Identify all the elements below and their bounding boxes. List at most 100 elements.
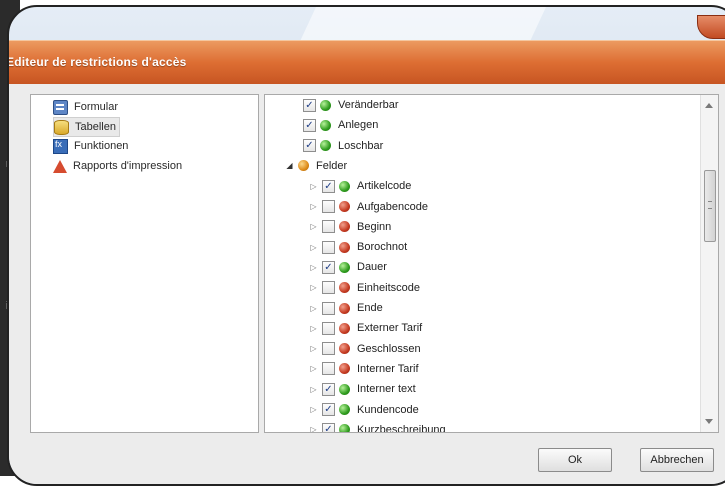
unchecked-checkbox[interactable] — [322, 321, 335, 335]
tree-row[interactable]: ▷ Aufgabencode — [309, 198, 428, 216]
scroll-down-arrow-icon[interactable] — [705, 419, 713, 424]
permissions-tree: ✓ Veränderbar ✓ Anlegen ✓ Loschbar ◢ Felder ▷ ✓ Ar… — [264, 94, 719, 433]
collapse-arrow-icon[interactable]: ◢ — [285, 161, 294, 170]
expand-arrow-icon[interactable]: ▷ — [309, 222, 318, 231]
tree-row[interactable]: ▷ Interner Tarif — [309, 360, 419, 378]
unchecked-checkbox[interactable] — [322, 200, 335, 213]
expand-arrow-icon[interactable]: ▷ — [309, 425, 318, 432]
tree-row-label: Felder — [316, 159, 348, 172]
unchecked-checkbox[interactable] — [322, 342, 335, 356]
checked-checkbox[interactable]: ✓ — [303, 139, 316, 153]
unchecked-checkbox[interactable] — [322, 220, 335, 234]
list-item-tabellen[interactable]: Tabellen — [53, 117, 120, 137]
list-item-label: Funktionen — [74, 140, 129, 152]
expand-arrow-icon[interactable]: ▷ — [309, 344, 318, 353]
tree-row-label: Veränderbar — [338, 99, 399, 111]
tree-row-label: Interner Tarif — [357, 362, 419, 375]
tree-row[interactable]: ▷ Borochnot — [309, 238, 407, 256]
status-green-icon — [339, 404, 350, 415]
tree-row[interactable]: ▷ Beginn — [309, 218, 391, 236]
dialog-header: Editeur de restrictions d'accès — [9, 40, 725, 85]
expand-arrow-icon[interactable]: ▷ — [309, 182, 318, 191]
checked-checkbox[interactable]: ✓ — [303, 98, 316, 112]
tree-row-label: Dauer — [357, 261, 387, 274]
form-icon — [53, 99, 68, 115]
checked-checkbox[interactable]: ✓ — [322, 423, 335, 432]
tree-row[interactable]: ◢ Felder — [285, 157, 347, 175]
expand-arrow-icon[interactable]: ▷ — [309, 263, 318, 272]
status-green-icon — [320, 119, 331, 131]
tree-row-label: Interner text — [357, 383, 416, 396]
function-icon — [53, 138, 68, 154]
tree-row-label: Kurzbeschreibung — [357, 423, 446, 433]
expand-arrow-icon[interactable]: ▷ — [309, 243, 318, 252]
unchecked-checkbox[interactable] — [322, 281, 335, 295]
tree-row-label: Beginn — [357, 220, 392, 233]
cancel-button[interactable]: Abbrechen — [640, 448, 714, 472]
tree-row-label: Aufgabencode — [357, 200, 428, 213]
unchecked-checkbox[interactable] — [322, 240, 335, 254]
tree-row[interactable]: ✓ Veränderbar — [303, 96, 399, 114]
expand-arrow-icon[interactable]: ▷ — [309, 304, 318, 313]
status-red-icon — [339, 221, 350, 233]
list-item-formular[interactable]: Formular — [53, 98, 121, 116]
status-green-icon — [339, 261, 350, 273]
tree-row-label: Artikelcode — [357, 180, 412, 193]
tree-row[interactable]: ▷ ✓ Artikelcode — [309, 177, 411, 195]
expand-arrow-icon[interactable]: ▷ — [309, 202, 318, 211]
tree-row[interactable]: ▷ Externer Tarif — [309, 319, 422, 337]
vertical-scrollbar[interactable] — [700, 95, 718, 432]
tree-row[interactable]: ✓ Anlegen — [303, 116, 378, 134]
expand-arrow-icon[interactable]: ▷ — [309, 283, 318, 292]
tree-row[interactable]: ▷ Einheitscode — [309, 279, 420, 297]
report-icon — [53, 159, 67, 173]
checked-checkbox[interactable]: ✓ — [322, 382, 335, 396]
tree-row-label: Anlegen — [338, 119, 379, 132]
tree-row-label: Externer Tarif — [357, 322, 423, 335]
scroll-up-arrow-icon[interactable] — [705, 103, 713, 108]
list-item-label: Formular — [74, 101, 119, 113]
tree-row[interactable]: ▷ ✓ Kundencode — [309, 401, 419, 419]
expand-arrow-icon[interactable]: ▷ — [309, 405, 318, 414]
checked-checkbox[interactable]: ✓ — [322, 403, 335, 416]
close-button[interactable] — [697, 15, 725, 39]
status-red-icon — [339, 201, 350, 212]
table-icon — [54, 119, 69, 135]
tree-row-label: Einheitscode — [357, 281, 420, 294]
status-red-icon — [339, 322, 350, 334]
tree-row[interactable]: ▷ Geschlossen — [309, 340, 421, 358]
unchecked-checkbox[interactable] — [322, 362, 335, 376]
status-green-icon — [339, 424, 350, 432]
list-item-label: Tabellen — [75, 121, 116, 133]
checked-checkbox[interactable]: ✓ — [322, 260, 335, 274]
tree-row-label: Ende — [357, 302, 383, 314]
checked-checkbox[interactable]: ✓ — [322, 179, 335, 193]
status-red-icon — [339, 282, 350, 294]
list-item-rapports[interactable]: Rapports d'impression — [53, 157, 185, 175]
status-orange-icon — [298, 160, 309, 172]
checked-checkbox[interactable]: ✓ — [303, 118, 316, 132]
tree-row[interactable]: ▷ ✓ Interner text — [309, 380, 416, 398]
tree-row[interactable]: ▷ ✓ Kurzbeschreibung — [309, 421, 446, 433]
expand-arrow-icon[interactable]: ▷ — [309, 364, 318, 373]
status-red-icon — [339, 241, 350, 253]
ok-button[interactable]: Ok — [538, 448, 612, 472]
list-item-funktionen[interactable]: Funktionen — [53, 137, 131, 155]
status-green-icon — [320, 140, 331, 152]
tree-row-label: Loschbar — [338, 139, 384, 152]
status-red-icon — [339, 343, 350, 355]
list-item-label: Rapports d'impression — [73, 160, 183, 172]
object-type-list: Formular Tabellen Funktionen Rapports d'… — [30, 94, 259, 433]
status-red-icon — [339, 363, 350, 375]
tree-row[interactable]: ✓ Loschbar — [303, 137, 383, 155]
unchecked-checkbox[interactable] — [322, 301, 335, 315]
dialog-title: Editeur de restrictions d'accès — [7, 55, 187, 69]
expand-arrow-icon[interactable]: ▷ — [309, 324, 318, 333]
expand-arrow-icon[interactable]: ▷ — [309, 385, 318, 394]
tree-row-label: Kundencode — [357, 403, 419, 416]
status-red-icon — [339, 302, 350, 314]
tree-row[interactable]: ▷ ✓ Dauer — [309, 258, 387, 276]
status-green-icon — [339, 180, 350, 192]
tree-row[interactable]: ▷ Ende — [309, 299, 383, 317]
scrollbar-thumb[interactable] — [704, 170, 716, 242]
